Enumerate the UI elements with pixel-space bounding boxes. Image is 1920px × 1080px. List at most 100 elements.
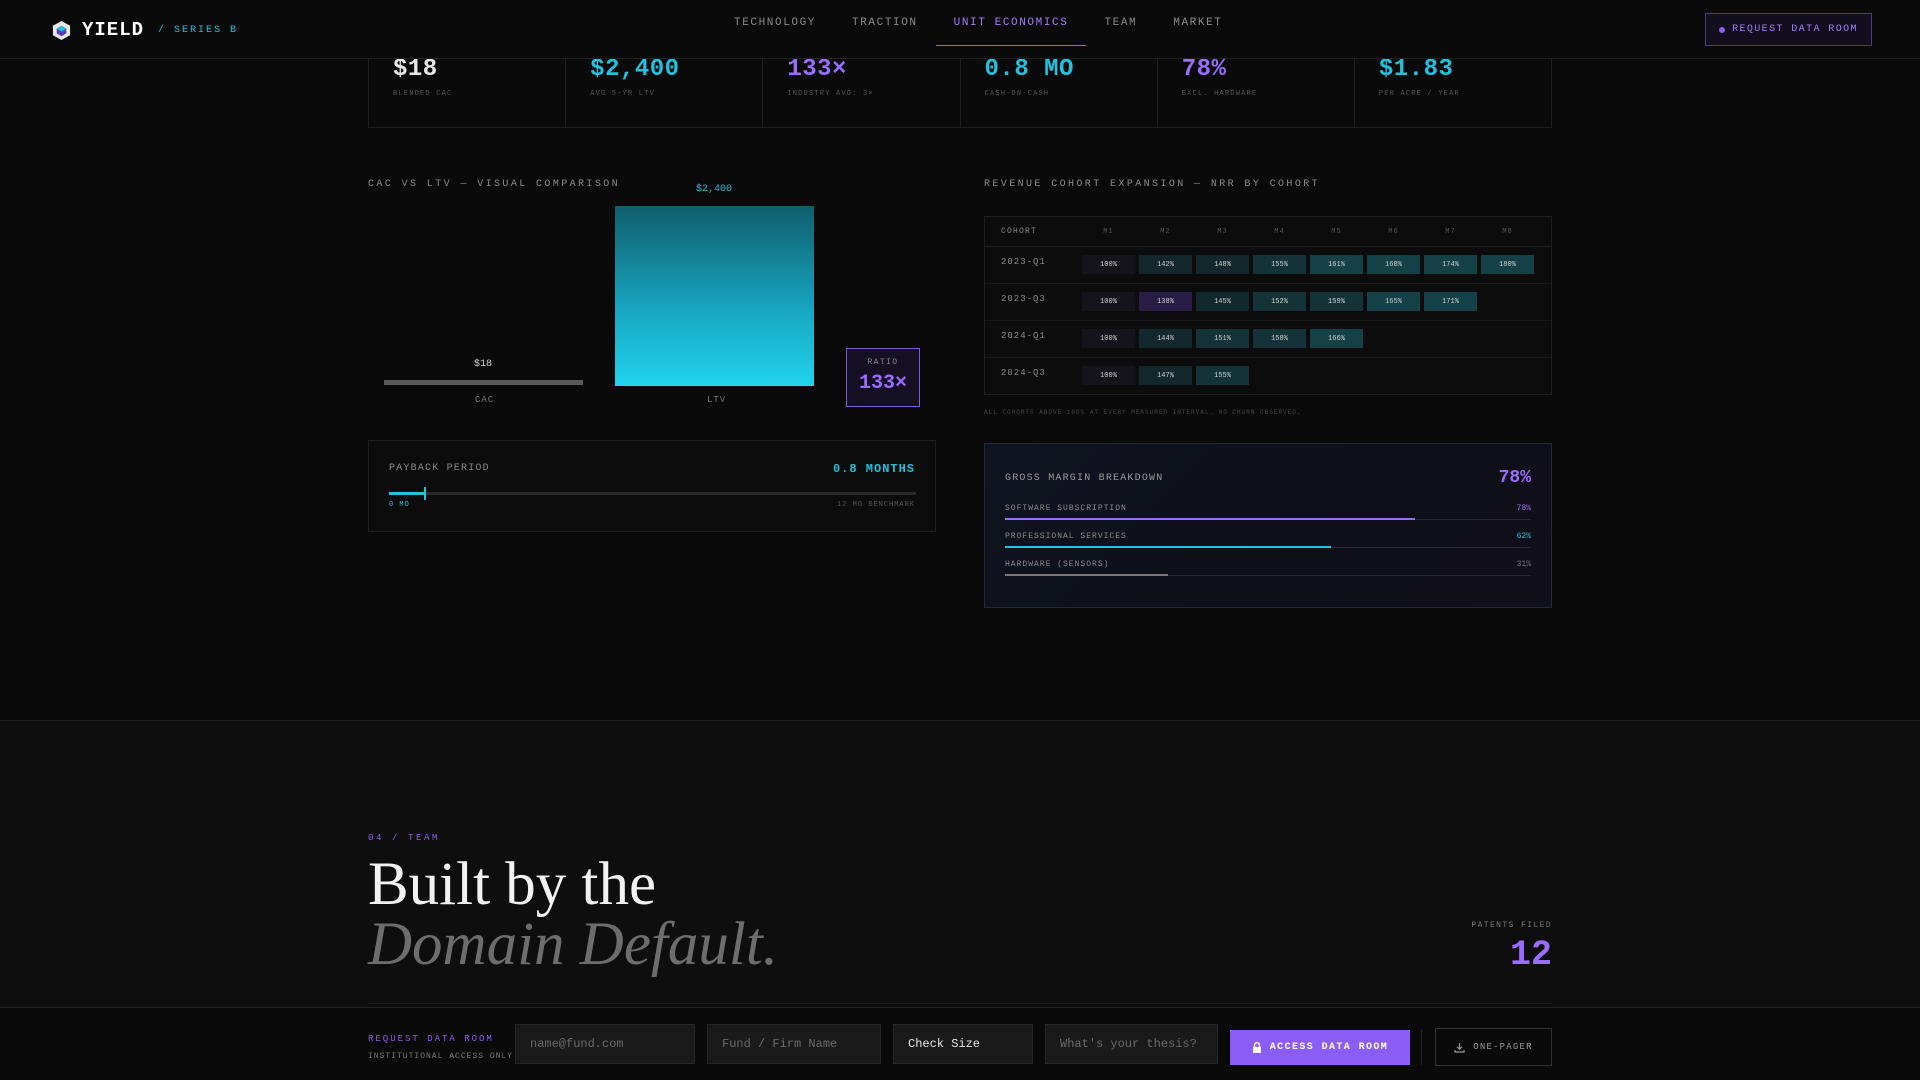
metric-value: 78% (1181, 56, 1227, 83)
payback-card: PAYBACK PERIOD 0.8 MONTHS 0 MO 12 MO BEN… (368, 440, 936, 532)
gross-margin-row-percent: 31% (1516, 560, 1531, 569)
ltv-bar (615, 206, 814, 386)
cohort-cell: 161% (1310, 255, 1363, 274)
cohort-name: 2023-Q3 (1001, 294, 1046, 304)
cohort-cell: 180% (1481, 255, 1534, 274)
comparison-title: CAC VS LTV — VISUAL COMPARISON (368, 179, 621, 190)
cohort-cell: 166% (1310, 329, 1363, 348)
gross-margin-row-label: SOFTWARE SUBSCRIPTION (1005, 504, 1127, 513)
nav-link-technology[interactable]: TECHNOLOGY (716, 0, 834, 46)
cohort-row: 2024-Q3 100% 147% 155% (985, 358, 1551, 395)
ratio-label: RATIO (867, 358, 899, 367)
payback-marker (424, 487, 427, 500)
cohort-cell: 165% (1367, 292, 1420, 311)
lock-icon (1252, 1042, 1261, 1053)
request-bar: REQUEST DATA ROOM INSTITUTIONAL ACCESS O… (0, 1007, 1920, 1080)
payback-value: 0.8 MONTHS (832, 462, 915, 476)
payback-label: PAYBACK PERIOD (389, 463, 490, 474)
ltv-value-label: $2,400 (696, 184, 733, 195)
cta-dot-icon (1719, 26, 1726, 33)
payback-max-label: 12 MO BENCHMARK (836, 501, 915, 509)
yield-logo-icon (52, 20, 71, 40)
cohort-cell: 159% (1310, 292, 1363, 311)
gross-margin-track (1005, 574, 1531, 576)
metric-label: CASH-ON-CASH (984, 90, 1050, 98)
request-bar-title: REQUEST DATA ROOM (368, 1034, 494, 1044)
download-icon (1454, 1042, 1465, 1053)
nav-link-unit-economics[interactable]: UNIT ECONOMICS (935, 0, 1087, 46)
request-bar-divider (1421, 1030, 1422, 1065)
metric-value: $1.83 (1378, 56, 1454, 83)
request-data-room-button[interactable]: REQUEST DATA ROOM (1705, 13, 1872, 46)
thesis-field[interactable]: What's your thesis? (1045, 1024, 1218, 1064)
cohort-cell: 151% (1196, 329, 1249, 348)
metric-value: 0.8 MO (984, 56, 1074, 83)
cohort-cell: 158% (1253, 329, 1306, 348)
metric-ratio: 133× INDUSTRY AVG: 3× (763, 52, 961, 127)
gross-margin-value: 78% (1498, 468, 1531, 488)
cohort-month-label: M6 (1388, 228, 1399, 236)
metric-ltv: $2,400 AVG 5-YR LTV (566, 52, 764, 127)
cohort-header-row: COHORT M1 M2 M3 M4 M5 M6 M7 M8 (985, 217, 1551, 247)
team-divider (368, 1003, 1552, 1004)
metric-label: INDUSTRY AVG: 3× (787, 90, 874, 98)
cohort-note: ALL COHORTS ABOVE 100% AT EVERY MEASURED… (984, 409, 1302, 416)
metric-value: $2,400 (590, 56, 680, 83)
team-headline-line1: Built by the (368, 851, 657, 918)
cohort-month-label: M3 (1217, 228, 1228, 236)
gross-margin-fill (1005, 574, 1169, 576)
access-data-room-label: ACCESS DATA ROOM (1269, 1042, 1389, 1053)
ratio-value: 133× (858, 372, 907, 395)
nav-link-traction[interactable]: TRACTION (834, 0, 936, 46)
metric-label: AVG 5-YR LTV (590, 90, 655, 98)
cohort-month-label: M2 (1160, 228, 1171, 236)
gross-margin-row-label: HARDWARE (SENSORS) (1005, 560, 1110, 569)
cac-bar (384, 380, 583, 385)
metric-label: EXCL. HARDWARE (1181, 90, 1258, 98)
cohort-cell: 100% (1082, 366, 1135, 385)
cohort-cell: 142% (1139, 255, 1192, 274)
check-size-select[interactable]: Check Size (893, 1024, 1033, 1064)
metric-label: PER ACRE / YEAR (1378, 90, 1460, 98)
cohort-row: 2024-Q1 100% 144% 151% 158% 166% (985, 321, 1551, 358)
team-section-tag: 04 / TEAM (368, 833, 441, 843)
patents-value: 12 (1509, 935, 1552, 975)
cohort-cell: 148% (1196, 255, 1249, 274)
gross-margin-fill (1005, 518, 1416, 520)
firm-name-field[interactable]: Fund / Firm Name (707, 1024, 881, 1064)
brand-series: / SERIES B (158, 24, 239, 36)
metric-gross-margin: 78% EXCL. HARDWARE (1158, 52, 1355, 127)
patents-label: PATENTS FILED (1471, 921, 1552, 930)
team-headline-line2: Domain Default. (368, 911, 779, 978)
nav-link-team[interactable]: TEAM (1086, 0, 1155, 46)
nav-link-market[interactable]: MARKET (1155, 0, 1240, 46)
cohort-name: 2024-Q1 (1001, 331, 1046, 341)
cohort-month-label: M1 (1103, 228, 1114, 236)
gross-margin-row: HARDWARE (SENSORS) 31% (1005, 560, 1531, 582)
cohort-cell: 100% (1082, 292, 1135, 311)
gross-margin-row: SOFTWARE SUBSCRIPTION 78% (1005, 504, 1531, 526)
access-data-room-button[interactable]: ACCESS DATA ROOM (1230, 1030, 1410, 1065)
metric-label: BLENDED CAC (393, 90, 453, 98)
one-pager-label: ONE-PAGER (1473, 1042, 1533, 1052)
cac-value-label: $18 (474, 359, 493, 370)
request-bar-subtitle: INSTITUTIONAL ACCESS ONLY (368, 1052, 514, 1061)
cohort-cell: 155% (1196, 366, 1249, 385)
one-pager-button[interactable]: ONE-PAGER (1435, 1028, 1552, 1066)
email-field[interactable]: name@fund.com (515, 1024, 695, 1064)
cohort-name: 2023-Q1 (1001, 257, 1046, 267)
cohort-cell: 168% (1367, 255, 1420, 274)
payback-track (389, 487, 916, 500)
cac-bar-label: CAC (475, 395, 495, 405)
ratio-box: RATIO 133× (846, 348, 920, 407)
cohort-cell: 100% (1082, 255, 1135, 274)
cohort-cell: 145% (1196, 292, 1249, 311)
cohort-header-label: COHORT (1001, 227, 1038, 236)
brand-logo[interactable]: YIELD / SERIES B (51, 19, 238, 41)
metric-value: $18 (393, 56, 438, 83)
cohort-cell: 152% (1253, 292, 1306, 311)
cohort-name: 2024-Q3 (1001, 368, 1046, 378)
ltv-bar-label: LTV (707, 395, 727, 405)
gross-margin-track (1005, 546, 1531, 548)
metric-per-acre: $1.83 PER ACRE / YEAR (1355, 52, 1551, 127)
